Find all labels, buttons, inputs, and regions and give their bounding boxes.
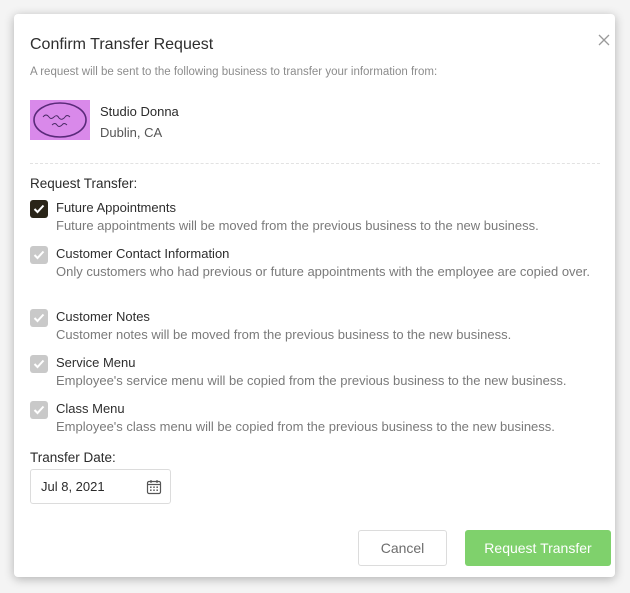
checkmark-icon: [33, 204, 45, 214]
checkmark-icon: [33, 359, 45, 369]
dialog-title: Confirm Transfer Request: [30, 36, 214, 53]
option-customer-contact-information: Customer Contact Information Only custom…: [30, 246, 590, 281]
checkmark-icon: [33, 250, 45, 260]
customer-notes-checkbox: [30, 309, 48, 327]
business-card: Studio Donna Dublin, CA: [30, 100, 179, 140]
business-name: Studio Donna: [100, 104, 179, 119]
checkmark-icon: [33, 313, 45, 323]
checkmark-icon: [33, 405, 45, 415]
class-menu-checkbox: [30, 401, 48, 419]
option-service-menu: Service Menu Employee's service menu wil…: [30, 355, 590, 390]
cancel-button[interactable]: Cancel: [358, 530, 447, 566]
close-icon[interactable]: [596, 32, 612, 48]
business-location: Dublin, CA: [100, 125, 163, 140]
confirm-transfer-dialog: Confirm Transfer Request A request will …: [14, 14, 615, 577]
business-logo: [30, 100, 90, 140]
customer-contact-checkbox: [30, 246, 48, 264]
option-title: Customer Contact Information: [56, 246, 230, 261]
option-class-menu: Class Menu Employee's class menu will be…: [30, 401, 590, 436]
divider: [30, 163, 600, 164]
transfer-date-value: Jul 8, 2021: [41, 479, 105, 494]
request-transfer-button[interactable]: Request Transfer: [465, 530, 611, 566]
future-appointments-checkbox[interactable]: [30, 200, 48, 218]
transfer-date-label: Transfer Date:: [30, 450, 116, 465]
option-title: Customer Notes: [56, 309, 150, 324]
dialog-subtitle: A request will be sent to the following …: [30, 66, 438, 78]
option-customer-notes: Customer Notes Customer notes will be mo…: [30, 309, 590, 344]
option-title: Class Menu: [56, 401, 125, 416]
request-transfer-label: Request Transfer:: [30, 176, 138, 191]
transfer-date-input[interactable]: Jul 8, 2021: [30, 469, 171, 504]
calendar-icon[interactable]: [146, 479, 162, 495]
option-description: Employee's class menu will be copied fro…: [56, 419, 555, 434]
option-future-appointments[interactable]: Future Appointments Future appointments …: [30, 200, 590, 235]
option-description: Future appointments will be moved from t…: [56, 218, 539, 233]
option-description: Employee's service menu will be copied f…: [56, 373, 567, 388]
option-description: Customer notes will be moved from the pr…: [56, 327, 512, 342]
option-title: Future Appointments: [56, 200, 176, 215]
option-title: Service Menu: [56, 355, 136, 370]
service-menu-checkbox: [30, 355, 48, 373]
option-description: Only customers who had previous or futur…: [56, 264, 591, 279]
